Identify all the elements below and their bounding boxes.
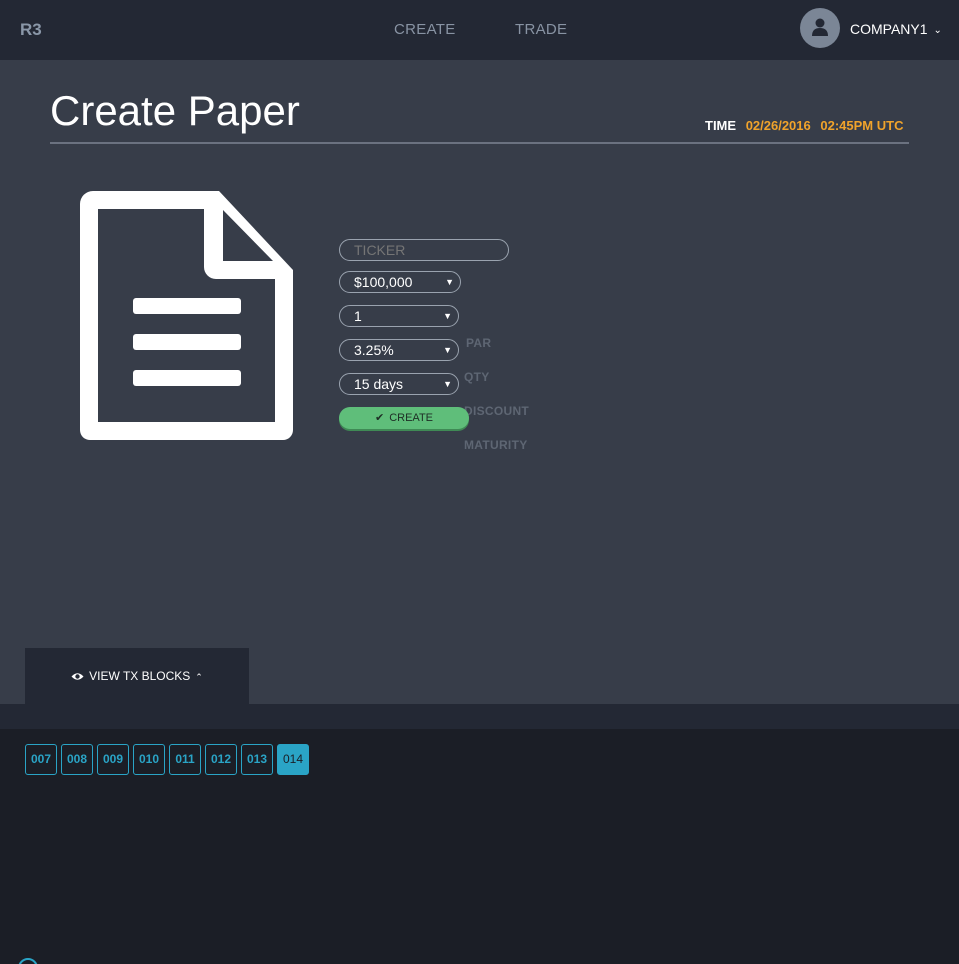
- tx-block-013[interactable]: 013: [241, 744, 273, 775]
- company-menu[interactable]: COMPANY1 ⌄: [850, 21, 942, 37]
- tx-block-007[interactable]: 007: [25, 744, 57, 775]
- tx-block-010[interactable]: 010: [133, 744, 165, 775]
- tx-block-014[interactable]: 014: [277, 744, 309, 775]
- discount-select[interactable]: 3.25% ▼: [339, 339, 459, 361]
- chevron-up-icon: ⌃: [195, 672, 203, 682]
- document-icon: [79, 191, 293, 441]
- main-panel: Create Paper TIME 02/26/2016 02:45PM UTC…: [0, 60, 959, 704]
- avatar[interactable]: [800, 8, 840, 48]
- ticker-input[interactable]: [339, 239, 509, 261]
- company-name: COMPANY1: [850, 21, 928, 37]
- qty-value: 1: [354, 308, 362, 324]
- create-button-label: CREATE: [389, 412, 434, 424]
- title-divider: [50, 142, 909, 144]
- view-tx-blocks-toggle[interactable]: VIEW TX BLOCKS ⌃: [25, 648, 249, 704]
- nav-create[interactable]: CREATE: [394, 21, 456, 38]
- time-display: TIME 02/26/2016 02:45PM UTC: [705, 118, 909, 133]
- brand-logo[interactable]: R3: [20, 20, 42, 40]
- page-title: Create Paper: [50, 87, 300, 134]
- tx-blocks-panel: 007 008 009 010 011 012 013 014: [0, 729, 959, 964]
- check-icon: ✔: [374, 412, 385, 424]
- discount-value: 3.25%: [354, 342, 394, 358]
- maturity-value: 15 days: [354, 376, 404, 392]
- tx-block-009[interactable]: 009: [97, 744, 129, 775]
- caret-down-icon: ▼: [443, 345, 452, 355]
- view-tx-blocks-label: VIEW TX BLOCKS: [89, 669, 191, 683]
- par-value: $100,000: [354, 274, 413, 290]
- tx-block-008[interactable]: 008: [61, 744, 93, 775]
- nav-trade[interactable]: TRADE: [515, 21, 567, 38]
- tx-block-012[interactable]: 012: [205, 744, 237, 775]
- eye-icon: [71, 673, 84, 680]
- chevron-down-icon: ⌄: [933, 25, 942, 36]
- date-value: 02/26/2016: [745, 118, 811, 133]
- par-select[interactable]: $100,000 ▼: [339, 271, 461, 293]
- tx-strip: [0, 704, 959, 729]
- create-button[interactable]: ✔ CREATE: [339, 407, 469, 429]
- caret-down-icon: ▼: [443, 311, 452, 321]
- caret-down-icon: ▼: [445, 277, 454, 287]
- qty-label: QTY: [464, 370, 490, 384]
- time-label: TIME: [705, 118, 737, 133]
- tx-block-011[interactable]: 011: [169, 744, 201, 775]
- maturity-select[interactable]: 15 days ▼: [339, 373, 459, 395]
- discount-label: DISCOUNT: [464, 404, 530, 418]
- maturity-label: MATURITY: [464, 438, 528, 452]
- par-label: PAR: [466, 336, 492, 350]
- time-value: 02:45PM UTC: [820, 118, 904, 133]
- qty-select[interactable]: 1 ▼: [339, 305, 459, 327]
- top-bar: R3 CREATE TRADE COMPANY1 ⌄: [0, 0, 959, 60]
- caret-down-icon: ▼: [443, 379, 452, 389]
- user-icon: [812, 18, 828, 36]
